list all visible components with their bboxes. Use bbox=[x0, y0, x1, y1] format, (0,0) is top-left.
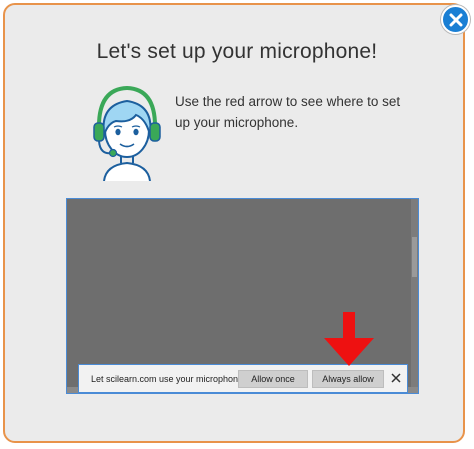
allow-once-button[interactable]: Allow once bbox=[238, 370, 308, 388]
permission-message: Let scilearn.com use your microphone? bbox=[91, 374, 249, 384]
x-icon[interactable] bbox=[390, 372, 402, 384]
instruction-text: Use the red arrow to see where to set up… bbox=[175, 94, 401, 130]
close-icon bbox=[449, 13, 462, 26]
permission-notification: Let scilearn.com use your microphone? Al… bbox=[78, 364, 408, 393]
always-allow-button[interactable]: Always allow bbox=[312, 370, 384, 388]
headset-avatar-icon bbox=[93, 85, 161, 181]
vertical-scrollbar bbox=[411, 199, 418, 393]
close-button[interactable] bbox=[441, 5, 470, 34]
dialog-title: Let's set up your microphone! bbox=[96, 40, 378, 63]
red-arrow-down-icon bbox=[324, 312, 374, 366]
scrollbar-thumb bbox=[412, 237, 417, 277]
